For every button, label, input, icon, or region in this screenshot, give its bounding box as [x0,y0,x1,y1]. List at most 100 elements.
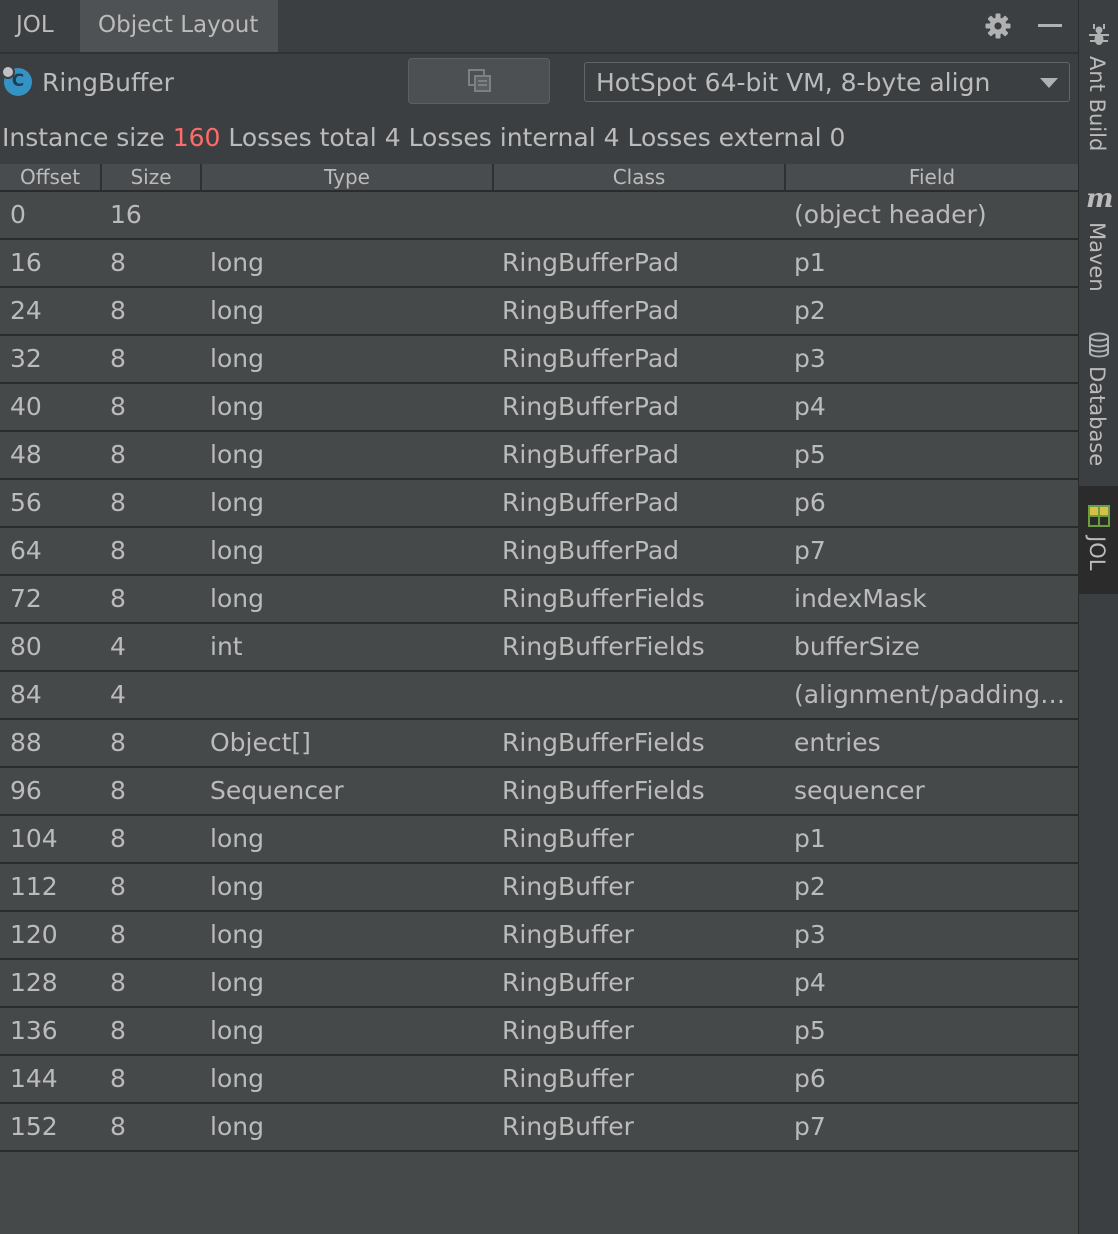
cell-class: RingBufferFields [502,776,705,805]
cell-class: RingBuffer [502,1112,634,1141]
losses-internal-value: 4 [603,123,620,152]
minimize-icon[interactable] [1038,24,1062,27]
cell-type: long [210,968,264,997]
table-row[interactable]: 120 8 long RingBuffer p3 [0,912,1078,960]
column-header-type[interactable]: Type [202,164,494,190]
cell-size: 8 [110,776,126,805]
stripe-label-database: Database [1085,366,1109,467]
table-row[interactable]: 48 8 long RingBufferPad p5 [0,432,1078,480]
cell-offset: 104 [10,824,58,853]
cell-class: RingBuffer [502,1064,634,1093]
table-row[interactable]: 96 8 Sequencer RingBufferFields sequencer [0,768,1078,816]
cell-type: long [210,1112,264,1141]
table-row[interactable]: 40 8 long RingBufferPad p4 [0,384,1078,432]
cell-size: 16 [110,200,142,229]
cell-offset: 32 [10,344,42,373]
cell-type: long [210,872,264,901]
cell-type: Sequencer [210,776,344,805]
cell-field: entries [794,728,881,757]
losses-total-label: Losses total [228,123,377,152]
cell-offset: 112 [10,872,58,901]
cell-type: int [210,632,243,661]
cell-field: p1 [794,824,826,853]
cell-class: RingBuffer [502,968,634,997]
vm-mode-select[interactable]: HotSpot 64-bit VM, 8-byte align [584,62,1070,102]
cell-size: 8 [110,1112,126,1141]
table-row[interactable]: 144 8 long RingBuffer p6 [0,1056,1078,1104]
stripe-button-database[interactable]: Database [1079,328,1118,468]
cell-class: RingBufferPad [502,392,680,421]
column-header-class[interactable]: Class [494,164,786,190]
cell-class: RingBuffer [502,1016,634,1045]
stripe-button-jol[interactable]: JOL [1079,486,1118,594]
cell-offset: 120 [10,920,58,949]
cell-offset: 72 [10,584,42,613]
vm-mode-value: HotSpot 64-bit VM, 8-byte align [596,68,991,97]
cell-class: RingBuffer [502,920,634,949]
cell-class: RingBufferFields [502,632,705,661]
table-row[interactable]: 16 8 long RingBufferPad p1 [0,240,1078,288]
table-row[interactable]: 152 8 long RingBuffer p7 [0,1104,1078,1152]
cell-class: RingBufferFields [502,584,705,613]
table-row[interactable]: 84 4 (alignment/padding ... [0,672,1078,720]
gear-icon[interactable] [984,12,1012,40]
table-row[interactable]: 80 4 int RingBufferFields bufferSize [0,624,1078,672]
cell-class: RingBuffer [502,872,634,901]
cell-type: long [210,296,264,325]
column-header-size[interactable]: Size [102,164,202,190]
cell-field: p2 [794,296,826,325]
table-row[interactable]: 72 8 long RingBufferFields indexMask [0,576,1078,624]
column-header-field[interactable]: Field [786,164,1078,190]
cell-field: p2 [794,872,826,901]
cell-offset: 48 [10,440,42,469]
cell-offset: 40 [10,392,42,421]
copy-button[interactable] [408,58,550,104]
table-row[interactable]: 112 8 long RingBuffer p2 [0,864,1078,912]
instance-size-value: 160 [172,123,221,152]
cell-field: (object header) [794,200,987,229]
losses-internal-label: Losses internal [408,123,596,152]
cell-class: RingBuffer [502,824,634,853]
cell-size: 8 [110,344,126,373]
table-row[interactable]: 32 8 long RingBufferPad p3 [0,336,1078,384]
cell-field: p3 [794,920,826,949]
cell-class: RingBufferPad [502,488,680,517]
cell-type: long [210,536,264,565]
right-tool-stripe: Ant Build m Maven Database JOL [1078,0,1118,1234]
cell-size: 8 [110,392,126,421]
cell-field: p7 [794,536,826,565]
table-row[interactable]: 136 8 long RingBuffer p5 [0,1008,1078,1056]
column-header-offset[interactable]: Offset [0,164,102,190]
maven-icon: m [1086,184,1114,214]
cell-size: 8 [110,968,126,997]
tab-object-layout[interactable]: Object Layout [80,0,278,52]
losses-external-value: 0 [829,123,846,152]
table-row[interactable]: 88 8 Object[] RingBufferFields entries [0,720,1078,768]
cell-field: bufferSize [794,632,920,661]
table-header: Offset Size Type Class Field [0,164,1078,192]
table-row[interactable]: 24 8 long RingBufferPad p2 [0,288,1078,336]
table-row[interactable]: 64 8 long RingBufferPad p7 [0,528,1078,576]
cell-size: 8 [110,584,126,613]
table-row[interactable]: 128 8 long RingBuffer p4 [0,960,1078,1008]
losses-total-value: 4 [384,123,401,152]
table-row[interactable]: 104 8 long RingBuffer p1 [0,816,1078,864]
stripe-button-maven[interactable]: m Maven [1079,182,1118,302]
cell-class: RingBufferPad [502,248,680,277]
cell-field: p5 [794,1016,826,1045]
cell-type: long [210,344,264,373]
cell-offset: 0 [10,200,26,229]
class-name: RingBuffer [42,68,174,97]
cell-field: p7 [794,1112,826,1141]
cell-size: 8 [110,728,126,757]
instance-size-label: Instance size [2,123,165,152]
cell-type: long [210,248,264,277]
cell-type: long [210,1016,264,1045]
table-row[interactable]: 0 16 (object header) [0,192,1078,240]
cell-offset: 88 [10,728,42,757]
cell-class: RingBufferPad [502,440,680,469]
stripe-button-ant-build[interactable]: Ant Build [1079,18,1118,158]
cell-size: 8 [110,1016,126,1045]
table-row[interactable]: 56 8 long RingBufferPad p6 [0,480,1078,528]
cell-class: RingBufferFields [502,728,705,757]
